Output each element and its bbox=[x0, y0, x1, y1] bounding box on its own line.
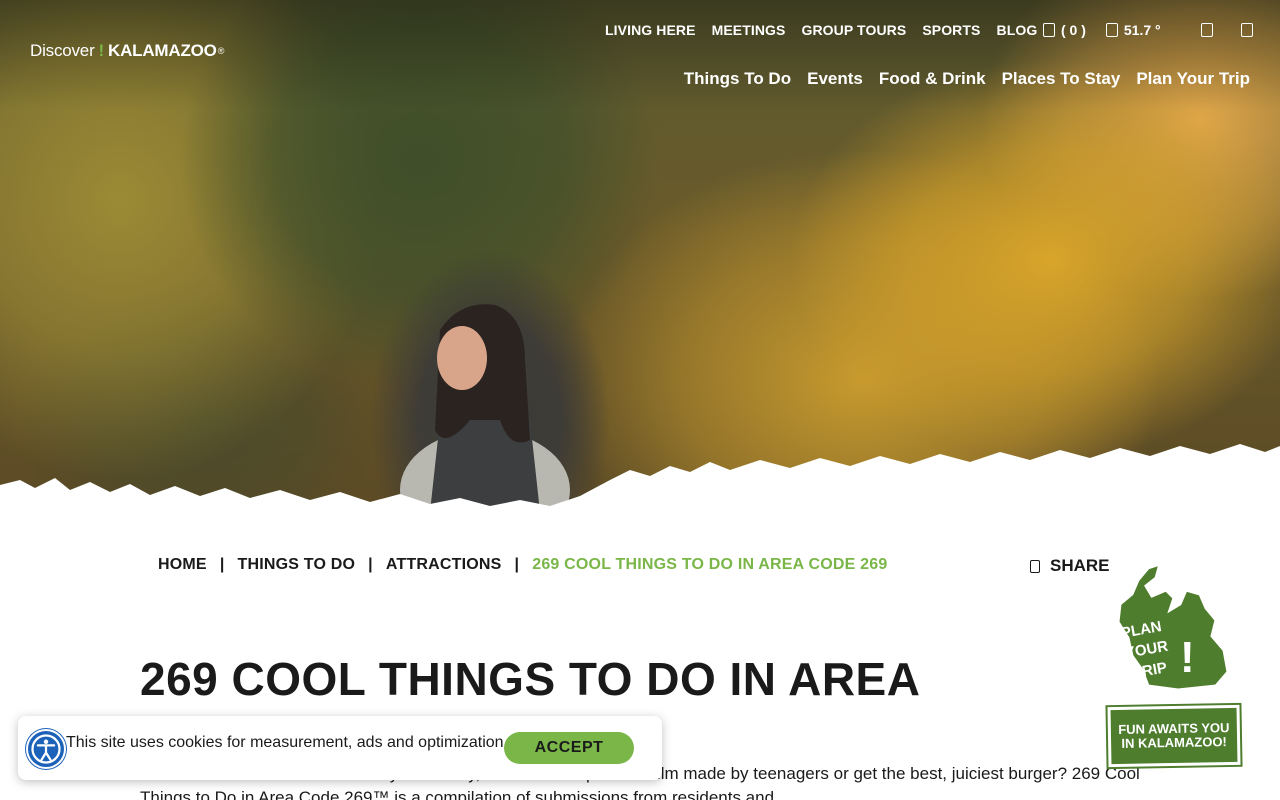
account-icon[interactable] bbox=[1200, 23, 1213, 37]
breadcrumb-current: 269 COOL THINGS TO DO IN AREA CODE 269 bbox=[532, 556, 888, 573]
nav-food-drink[interactable]: Food & Drink bbox=[879, 68, 986, 90]
utility-nav: LIVING HERE MEETINGS GROUP TOURS SPORTS … bbox=[605, 20, 1053, 40]
weather-icon bbox=[1105, 23, 1118, 37]
logo-brand: KALAMAZOO bbox=[108, 41, 217, 60]
site-logo[interactable]: Discover ! KALAMAZOO ® bbox=[30, 41, 224, 61]
logo-bang: ! bbox=[98, 41, 105, 60]
nav-blog[interactable]: BLOG bbox=[996, 20, 1037, 40]
breadcrumb-attractions[interactable]: ATTRACTIONS bbox=[386, 556, 502, 574]
accessibility-icon[interactable] bbox=[26, 729, 66, 769]
breadcrumb-separator: | bbox=[514, 556, 520, 573]
nav-places-to-stay[interactable]: Places To Stay bbox=[1002, 68, 1121, 90]
exclamation-text: ! bbox=[1180, 633, 1195, 682]
logo-registered: ® bbox=[217, 46, 225, 56]
nav-meetings[interactable]: MEETINGS bbox=[712, 20, 786, 40]
nav-group-tours[interactable]: GROUP TOURS bbox=[801, 20, 906, 40]
breadcrumb: HOME | THINGS TO DO | ATTRACTIONS | 269 … bbox=[158, 556, 887, 574]
nav-plan-your-trip[interactable]: Plan Your Trip bbox=[1136, 68, 1250, 90]
nav-sports[interactable]: SPORTS bbox=[922, 20, 980, 40]
fun-awaits-line2: IN KALAMAZOO! bbox=[1121, 734, 1227, 751]
share-button[interactable]: SHARE bbox=[1030, 556, 1110, 576]
nav-things-to-do[interactable]: Things To Do bbox=[684, 68, 791, 90]
share-label: SHARE bbox=[1050, 556, 1110, 575]
plan-your-trip-badge[interactable]: PLAN YOUR TRIP ! bbox=[1108, 560, 1236, 695]
breadcrumb-separator: | bbox=[368, 556, 373, 573]
logo-discover: Discover bbox=[30, 41, 95, 60]
nav-living-here[interactable]: LIVING HERE bbox=[605, 20, 696, 40]
cookie-text: This site uses cookies for measurement, … bbox=[66, 734, 508, 751]
breadcrumb-things-to-do[interactable]: THINGS TO DO bbox=[238, 556, 356, 574]
breadcrumb-home[interactable]: HOME bbox=[158, 556, 207, 574]
share-icon bbox=[1030, 559, 1040, 573]
main-nav: Things To Do Events Food & Drink Places … bbox=[668, 68, 1250, 90]
utility-icons: ( 0 ) 51.7 ° bbox=[1043, 20, 1259, 40]
fun-awaits-badge[interactable]: FUN AWAITS YOU IN KALAMAZOO! bbox=[1107, 704, 1241, 768]
search-icon[interactable] bbox=[1240, 23, 1253, 37]
accept-cookies-button[interactable]: ACCEPT bbox=[504, 732, 634, 764]
hero-torn-edge bbox=[0, 444, 1280, 512]
nav-events[interactable]: Events bbox=[807, 68, 863, 90]
cookie-banner: This site uses cookies for measurement, … bbox=[18, 716, 662, 780]
cart-icon[interactable] bbox=[1043, 23, 1055, 37]
temperature: 51.7 ° bbox=[1123, 22, 1161, 38]
cart-count[interactable]: ( 0 ) bbox=[1061, 20, 1086, 40]
breadcrumb-separator: | bbox=[219, 556, 225, 573]
